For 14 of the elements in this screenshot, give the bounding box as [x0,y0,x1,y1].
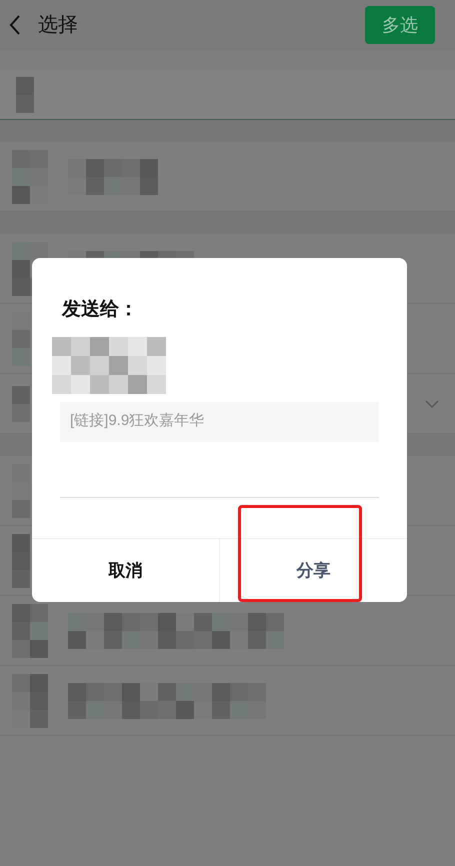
mosaic-drawing [12,534,30,588]
mosaic-drawing [12,674,48,728]
search-field[interactable] [0,70,455,120]
message-text: [链接]9.9狂欢嘉年华 [70,411,204,432]
mosaic-drawing [12,604,48,658]
cancel-button[interactable]: 取消 [32,539,220,602]
mosaic-drawing [16,76,34,112]
chevron-down-icon[interactable] [425,398,439,408]
mosaic-drawing [12,386,30,422]
page-title: 选择 [38,13,78,38]
dialog-title: 发送给： [62,298,139,322]
share-button[interactable]: 分享 [220,539,407,602]
mosaic-drawing [12,150,48,204]
back-icon[interactable] [8,14,22,36]
